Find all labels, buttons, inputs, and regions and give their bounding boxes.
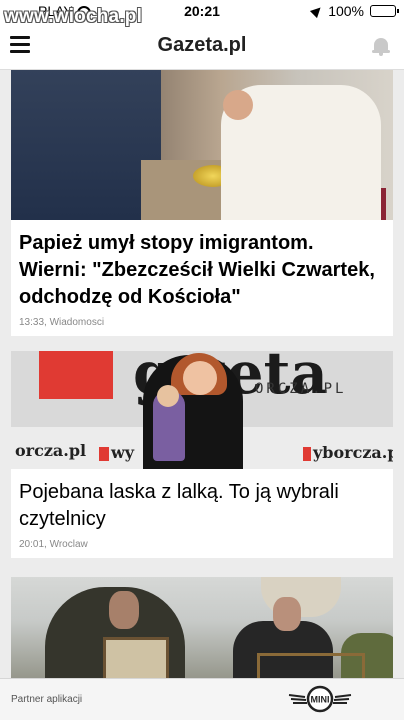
app-header: Gazeta.pl — [0, 22, 404, 70]
article-body[interactable]: Pojebana laska z lalką. To ją wybrali cz… — [11, 469, 393, 558]
image-band-left-text: orcza.pl — [15, 441, 87, 460]
partner-bar[interactable]: Partner aplikacji MINI — [0, 678, 404, 720]
notification-bell-icon[interactable] — [372, 36, 390, 56]
image-band-right-text: yborcza.pl — [313, 443, 393, 462]
news-feed[interactable]: Papież umył stopy imigrantom. Wierni: "Z… — [0, 70, 404, 678]
article-image[interactable] — [11, 577, 393, 678]
article-meta: 13:33, Wiadomosci — [19, 317, 105, 328]
article-body[interactable]: Papież umył stopy imigrantom. Wierni: "Z… — [11, 220, 393, 336]
article-image[interactable]: g zeta ORCZA.PL orcza.pl yborcza.pl wy — [11, 351, 393, 469]
article-headline[interactable]: Papież umył stopy imigrantom. Wierni: "Z… — [19, 230, 385, 311]
article-image[interactable] — [11, 70, 393, 220]
mini-logo-icon[interactable]: MINI — [287, 685, 353, 713]
status-right-group: 100% — [310, 3, 399, 19]
watermark-text: www.wiocha.pl — [4, 6, 143, 27]
location-arrow-icon — [310, 3, 325, 19]
partner-label: Partner aplikacji — [11, 694, 83, 705]
battery-percent: 100% — [328, 3, 364, 19]
battery-icon — [370, 5, 399, 17]
article-meta: 20:01, Wroclaw — [19, 539, 88, 550]
article-card[interactable]: Papież umył stopy imigrantom. Wierni: "Z… — [11, 70, 393, 336]
article-card[interactable]: g zeta ORCZA.PL orcza.pl yborcza.pl wy P… — [11, 351, 393, 558]
app-title: Gazeta.pl — [157, 34, 247, 56]
image-band-mid-text: wy — [111, 443, 135, 462]
article-headline[interactable]: Pojebana laska z lalką. To ją wybrali cz… — [19, 479, 385, 533]
article-card[interactable] — [11, 577, 393, 678]
mini-logo-text: MINI — [311, 695, 330, 705]
image-logo-subtext: ORCZA.PL — [255, 381, 347, 397]
